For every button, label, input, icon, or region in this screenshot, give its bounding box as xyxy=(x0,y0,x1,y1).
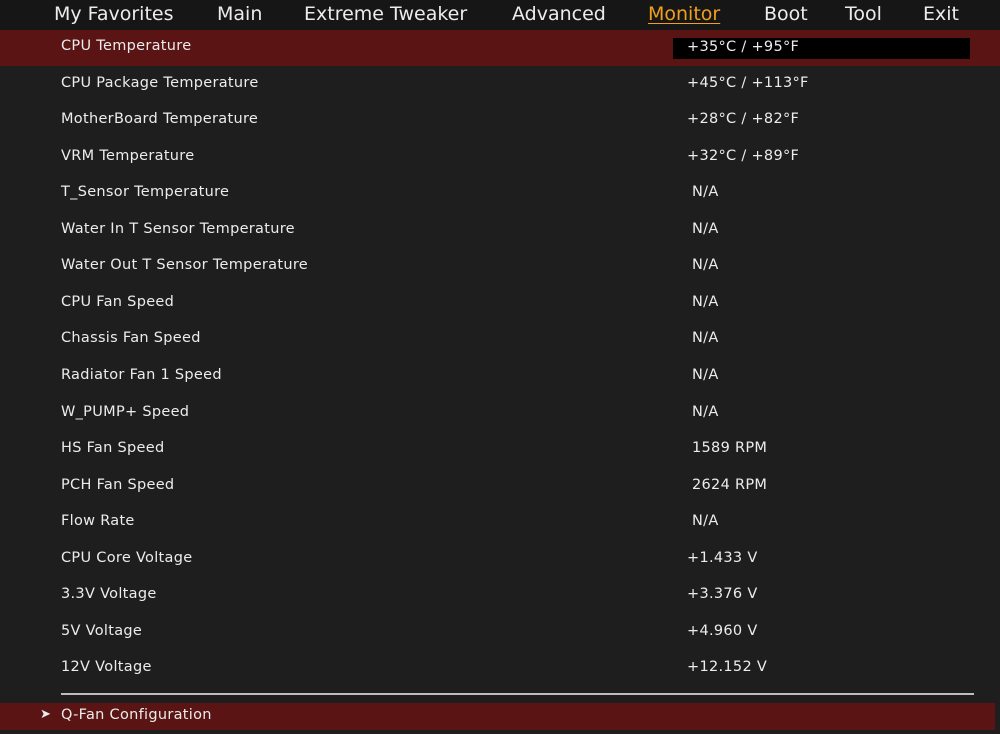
row-value: +3.376 V xyxy=(687,586,758,602)
row-cpu-package-temperature[interactable]: CPU Package Temperature +45°C / +113°F xyxy=(0,67,1000,103)
row-value: N/A xyxy=(692,330,719,346)
submenu-label: Q-Fan Configuration xyxy=(61,707,212,723)
menu-monitor[interactable]: Monitor xyxy=(648,2,720,26)
row-value: +45°C / +113°F xyxy=(687,75,809,91)
row-label: 3.3V Voltage xyxy=(61,586,157,602)
row-w-pump-speed[interactable]: W_PUMP+ Speed N/A xyxy=(0,396,1000,432)
row-label: W_PUMP+ Speed xyxy=(61,404,190,420)
row-t-sensor-temperature[interactable]: T_Sensor Temperature N/A xyxy=(0,176,1000,212)
submenu-arrow-icon: ➤ xyxy=(40,707,51,722)
menu-main[interactable]: Main xyxy=(217,2,262,26)
row-value: +28°C / +82°F xyxy=(687,111,800,127)
row-label: PCH Fan Speed xyxy=(61,477,175,493)
row-value: 1589 RPM xyxy=(692,440,768,456)
row-flow-rate[interactable]: Flow Rate N/A xyxy=(0,505,1000,541)
monitor-panel: CPU Temperature +35°C / +95°F CPU Packag… xyxy=(0,30,1000,734)
row-value: N/A xyxy=(692,257,719,273)
menu-advanced[interactable]: Advanced xyxy=(512,2,606,26)
row-value: N/A xyxy=(692,294,719,310)
row-value: +4.960 V xyxy=(687,623,758,639)
row-value: +12.152 V xyxy=(687,659,768,675)
row-label: Water Out T Sensor Temperature xyxy=(61,257,308,273)
row-pch-fan-speed[interactable]: PCH Fan Speed 2624 RPM xyxy=(0,469,1000,505)
row-label: Chassis Fan Speed xyxy=(61,330,201,346)
row-value: N/A xyxy=(692,404,719,420)
row-radiator-fan-1-speed[interactable]: Radiator Fan 1 Speed N/A xyxy=(0,359,1000,395)
row-value: +32°C / +89°F xyxy=(687,148,800,164)
row-label: Radiator Fan 1 Speed xyxy=(61,367,222,383)
row-water-in-t-sensor-temperature[interactable]: Water In T Sensor Temperature N/A xyxy=(0,213,1000,249)
row-3-3v-voltage[interactable]: 3.3V Voltage +3.376 V xyxy=(0,578,1000,614)
row-cpu-fan-speed[interactable]: CPU Fan Speed N/A xyxy=(0,286,1000,322)
row-label: HS Fan Speed xyxy=(61,440,165,456)
row-value: N/A xyxy=(692,513,719,529)
row-label: CPU Package Temperature xyxy=(61,75,259,91)
row-value: N/A xyxy=(692,221,719,237)
menu-boot[interactable]: Boot xyxy=(764,2,808,26)
row-12v-voltage[interactable]: 12V Voltage +12.152 V xyxy=(0,651,1000,687)
divider xyxy=(61,693,974,695)
menu-tool[interactable]: Tool xyxy=(845,2,882,26)
row-value: 2624 RPM xyxy=(692,477,768,493)
row-label: MotherBoard Temperature xyxy=(61,111,259,127)
row-value: +1.433 V xyxy=(687,550,758,566)
row-value: N/A xyxy=(692,184,719,200)
row-hs-fan-speed[interactable]: HS Fan Speed 1589 RPM xyxy=(0,432,1000,468)
row-label: VRM Temperature xyxy=(61,148,195,164)
row-label: CPU Core Voltage xyxy=(61,550,193,566)
menu-my-favorites[interactable]: My Favorites xyxy=(54,2,174,26)
row-value: +35°C / +95°F xyxy=(687,39,800,55)
row-motherboard-temperature[interactable]: MotherBoard Temperature +28°C / +82°F xyxy=(0,103,1000,139)
menu-exit[interactable]: Exit xyxy=(923,2,959,26)
row-chassis-fan-speed[interactable]: Chassis Fan Speed N/A xyxy=(0,322,1000,358)
top-menu-bar: My Favorites Main Extreme Tweaker Advanc… xyxy=(0,0,1000,30)
row-water-out-t-sensor-temperature[interactable]: Water Out T Sensor Temperature N/A xyxy=(0,249,1000,285)
q-fan-configuration-submenu[interactable]: ➤ Q-Fan Configuration xyxy=(0,703,995,730)
row-label: Water In T Sensor Temperature xyxy=(61,221,295,237)
row-label: CPU Temperature xyxy=(61,38,192,54)
row-label: 12V Voltage xyxy=(61,659,152,675)
row-vrm-temperature[interactable]: VRM Temperature +32°C / +89°F xyxy=(0,140,1000,176)
row-value: N/A xyxy=(692,367,719,383)
row-label: 5V Voltage xyxy=(61,623,143,639)
row-label: CPU Fan Speed xyxy=(61,294,175,310)
row-label: T_Sensor Temperature xyxy=(61,184,230,200)
menu-extreme-tweaker[interactable]: Extreme Tweaker xyxy=(304,2,467,26)
row-label: Flow Rate xyxy=(61,513,135,529)
row-5v-voltage[interactable]: 5V Voltage +4.960 V xyxy=(0,615,1000,651)
row-cpu-temperature[interactable]: CPU Temperature +35°C / +95°F xyxy=(0,30,1000,66)
row-cpu-core-voltage[interactable]: CPU Core Voltage +1.433 V xyxy=(0,542,1000,578)
